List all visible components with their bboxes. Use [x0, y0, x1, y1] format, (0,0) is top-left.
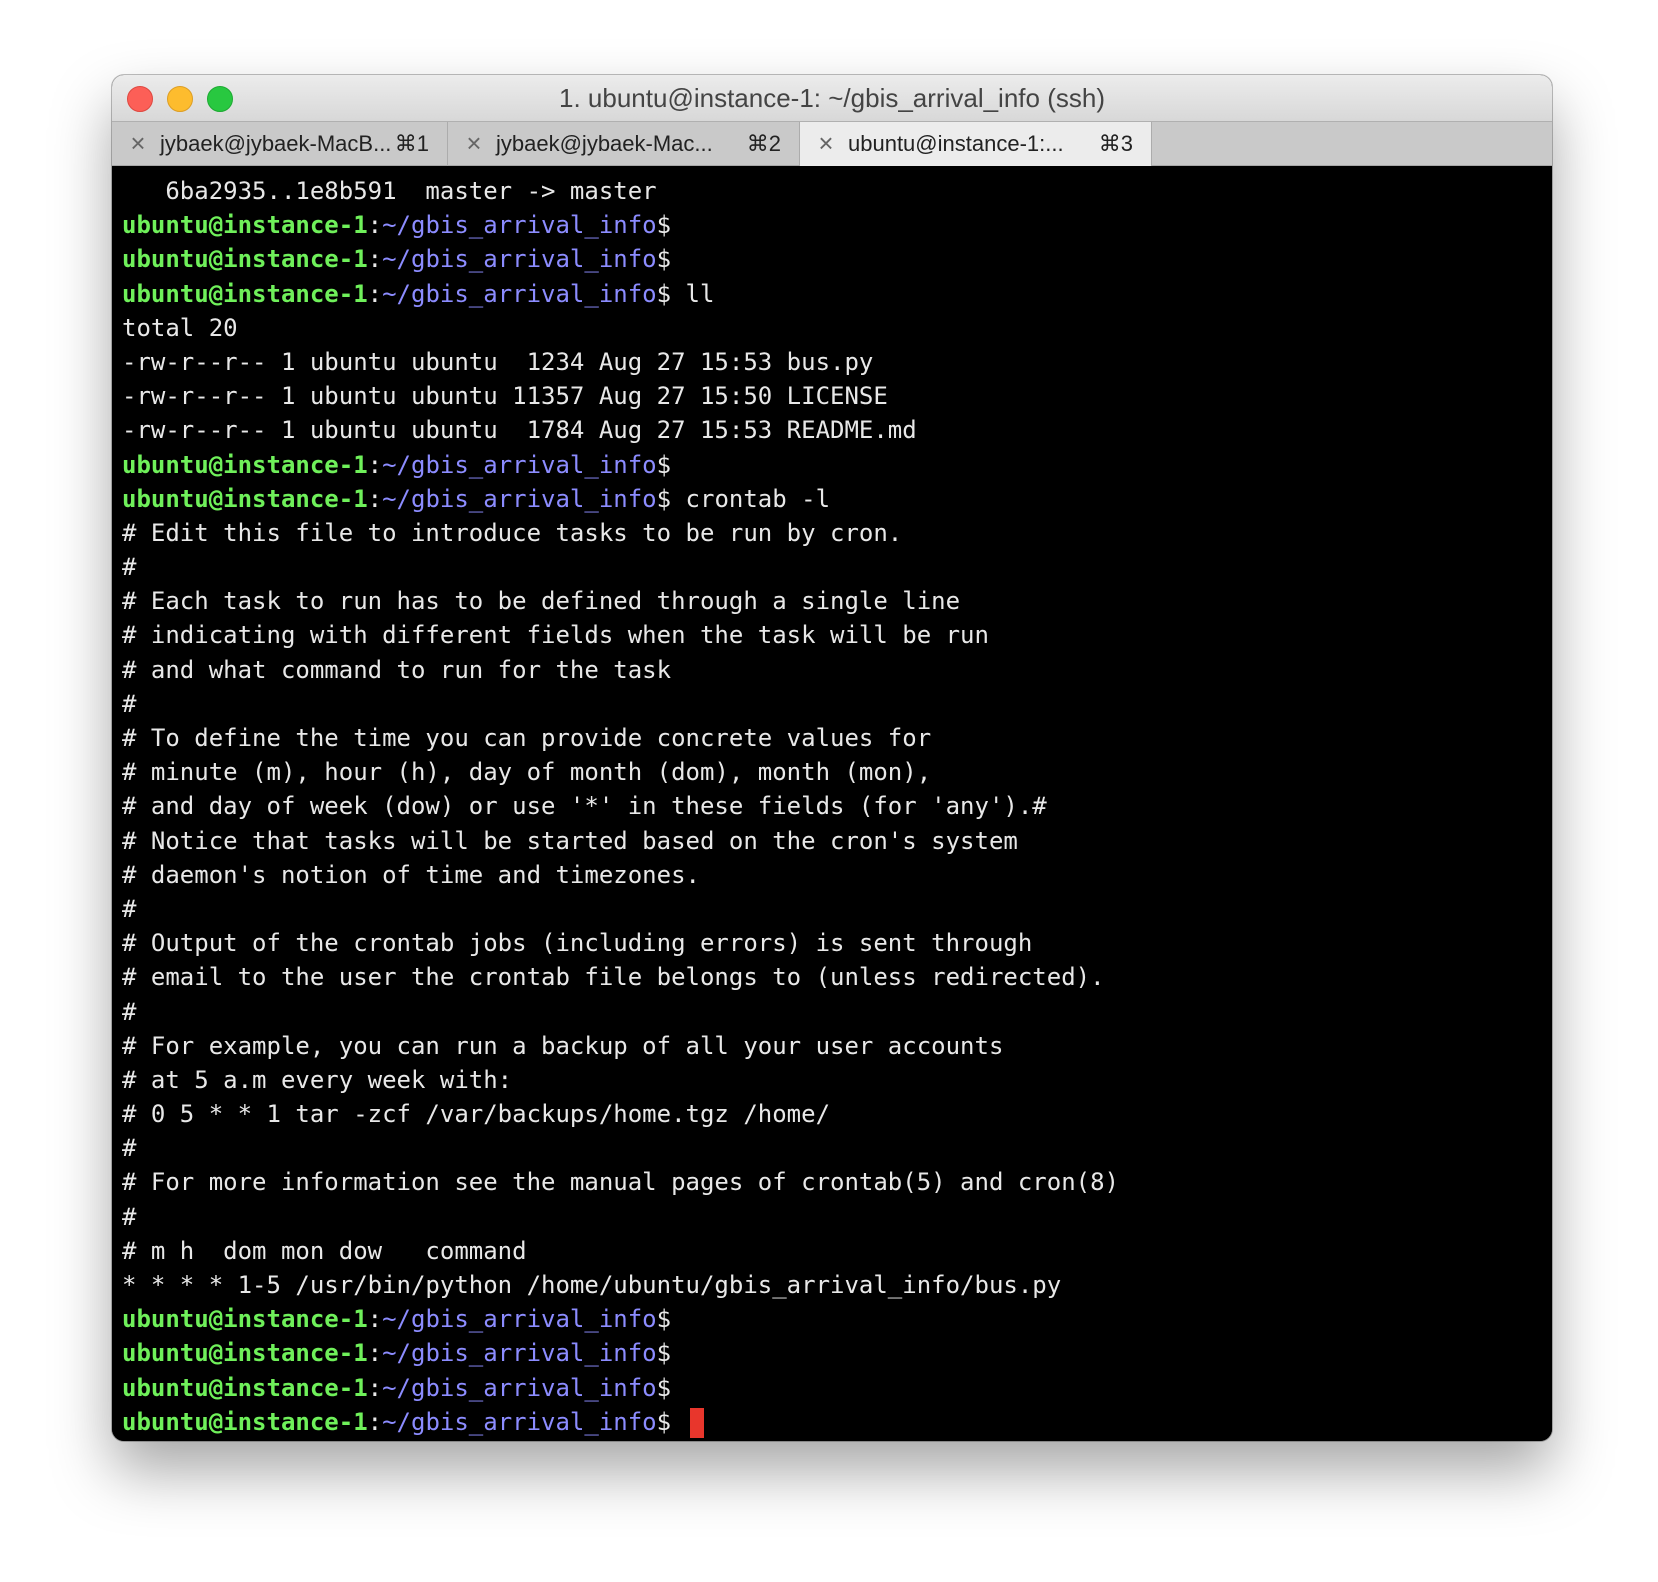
prompt-line: ubuntu@instance-1:~/gbis_arrival_info$ — [122, 1371, 1552, 1405]
prompt-dollar: $ — [656, 1373, 672, 1402]
prompt-user: ubuntu@instance-1 — [122, 211, 368, 240]
prompt-colon: : — [367, 245, 383, 274]
prompt-user: ubuntu@instance-1 — [122, 450, 368, 479]
tab-bar: × jybaek@jybaek-MacB... ⌘1 × jybaek@jyba… — [112, 121, 1552, 166]
output-line: # at 5 a.m every week with: — [122, 1065, 513, 1094]
prompt-dollar: $ — [656, 279, 672, 308]
prompt-colon: : — [367, 1373, 383, 1402]
prompt-path: ~/gbis_arrival_info — [382, 1339, 657, 1368]
prompt-colon: : — [367, 1339, 383, 1368]
prompt-path: ~/gbis_arrival_info — [382, 1305, 657, 1334]
command-text — [671, 1408, 685, 1436]
close-tab-icon[interactable]: × — [814, 130, 838, 156]
output-line: -rw-r--r-- 1 ubuntu ubuntu 1784 Aug 27 1… — [122, 416, 917, 445]
prompt-path: ~/gbis_arrival_info — [382, 1373, 657, 1402]
prompt-line: ubuntu@instance-1:~/gbis_arrival_info$ l… — [122, 277, 1552, 311]
output-line: # — [122, 894, 137, 923]
prompt-dollar: $ — [656, 1305, 672, 1334]
prompt-colon: : — [367, 211, 383, 240]
output-line: # email to the user the crontab file bel… — [122, 963, 1105, 992]
prompt-user: ubuntu@instance-1 — [122, 279, 368, 308]
prompt-path: ~/gbis_arrival_info — [382, 1407, 657, 1436]
window-title: 1. ubuntu@instance-1: ~/gbis_arrival_inf… — [559, 83, 1105, 113]
output-line: 6ba2935..1e8b591 master -> master — [122, 177, 657, 205]
prompt-line: ubuntu@instance-1:~/gbis_arrival_info$ — [122, 1405, 1552, 1439]
prompt-dollar: $ — [656, 211, 672, 240]
output-line: # To define the time you can provide con… — [122, 724, 932, 752]
command-text: ll — [671, 279, 715, 308]
terminal-output[interactable]: 6ba2935..1e8b591 master -> master ubuntu@… — [112, 166, 1552, 1441]
output-line: # — [122, 1134, 137, 1163]
close-tab-icon[interactable]: × — [462, 130, 486, 156]
tab-shortcut: ⌘1 — [394, 131, 429, 156]
output-line: * * * * 1-5 /usr/bin/python /home/ubuntu… — [122, 1271, 1062, 1299]
output-line: -rw-r--r-- 1 ubuntu ubuntu 11357 Aug 27 … — [122, 382, 888, 411]
output-line: # minute (m), hour (h), day of month (do… — [122, 758, 932, 787]
close-tab-icon[interactable]: × — [126, 130, 150, 156]
prompt-path: ~/gbis_arrival_info — [382, 484, 657, 513]
prompt-dollar: $ — [656, 1407, 672, 1436]
prompt-path: ~/gbis_arrival_info — [382, 450, 657, 479]
prompt-line: ubuntu@instance-1:~/gbis_arrival_info$ — [122, 448, 1552, 482]
prompt-colon: : — [367, 484, 383, 513]
prompt-colon: : — [367, 1305, 383, 1334]
output-line: # — [122, 689, 137, 718]
tab-label: jybaek@jybaek-MacB... — [160, 131, 392, 156]
prompt-line: ubuntu@instance-1:~/gbis_arrival_info$ c… — [122, 482, 1552, 516]
prompt-dollar: $ — [656, 450, 672, 479]
output-line: # Edit this file to introduce tasks to b… — [122, 518, 903, 547]
output-line: # Notice that tasks will be started base… — [122, 826, 1018, 855]
prompt-user: ubuntu@instance-1 — [122, 1305, 368, 1334]
prompt-user: ubuntu@instance-1 — [122, 245, 368, 274]
output-line: # and day of week (dow) or use '*' in th… — [122, 792, 1047, 821]
tab-shortcut: ⌘3 — [1098, 131, 1133, 156]
text-cursor — [689, 1407, 704, 1438]
prompt-line: ubuntu@instance-1:~/gbis_arrival_info$ — [122, 1302, 1552, 1336]
command-text: crontab -l — [671, 484, 831, 513]
output-line: # daemon's notion of time and timezones. — [122, 860, 700, 889]
prompt-dollar: $ — [656, 1339, 672, 1368]
terminal-window: 1. ubuntu@instance-1: ~/gbis_arrival_inf… — [112, 75, 1552, 1441]
tab-label: ubuntu@instance-1:... — [848, 131, 1064, 156]
output-line: # Output of the crontab jobs (including … — [122, 929, 1033, 958]
output-line: -rw-r--r-- 1 ubuntu ubuntu 1234 Aug 27 1… — [122, 347, 874, 376]
prompt-path: ~/gbis_arrival_info — [382, 211, 657, 240]
tab-2[interactable]: × jybaek@jybaek-Mac... ⌘2 — [448, 122, 800, 166]
output-line: # and what command to run for the task — [122, 655, 672, 684]
output-line: # m h dom mon dow command — [122, 1236, 527, 1265]
tab-shortcut: ⌘2 — [746, 131, 781, 156]
output-line: # indicating with different fields when … — [122, 621, 989, 650]
output-line: # Each task to run has to be defined thr… — [122, 587, 961, 616]
prompt-user: ubuntu@instance-1 — [122, 1339, 368, 1368]
prompt-line: ubuntu@instance-1:~/gbis_arrival_info$ — [122, 242, 1552, 276]
output-line: total 20 — [122, 313, 238, 342]
prompt-dollar: $ — [656, 245, 672, 274]
output-line: # 0 5 * * 1 tar -zcf /var/backups/home.t… — [122, 1100, 831, 1129]
prompt-colon: : — [367, 279, 383, 308]
output-line: # For example, you can run a backup of a… — [122, 1031, 1004, 1060]
output-line: # — [122, 997, 137, 1026]
title-bar[interactable]: 1. ubuntu@instance-1: ~/gbis_arrival_inf… — [112, 75, 1552, 121]
prompt-path: ~/gbis_arrival_info — [382, 245, 657, 274]
prompt-line: ubuntu@instance-1:~/gbis_arrival_info$ — [122, 208, 1552, 242]
tab-label: jybaek@jybaek-Mac... — [496, 131, 713, 156]
prompt-colon: : — [367, 1407, 383, 1436]
prompt-colon: : — [367, 450, 383, 479]
prompt-path: ~/gbis_arrival_info — [382, 279, 657, 308]
prompt-user: ubuntu@instance-1 — [122, 1407, 368, 1436]
prompt-line: ubuntu@instance-1:~/gbis_arrival_info$ — [122, 1336, 1552, 1370]
output-line: # For more information see the manual pa… — [122, 1168, 1119, 1197]
prompt-user: ubuntu@instance-1 — [122, 1373, 368, 1402]
tab-1[interactable]: × jybaek@jybaek-MacB... ⌘1 — [112, 122, 448, 166]
output-line: # — [122, 553, 137, 582]
prompt-user: ubuntu@instance-1 — [122, 484, 368, 513]
prompt-dollar: $ — [656, 484, 672, 513]
output-line: # — [122, 1202, 137, 1231]
tab-3-active[interactable]: × ubuntu@instance-1:... ⌘3 — [800, 122, 1152, 166]
